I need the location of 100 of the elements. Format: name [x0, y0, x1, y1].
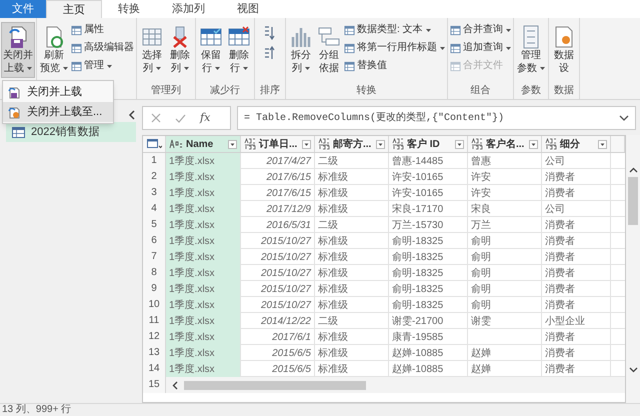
ribbon-tab[interactable]: 转换: [102, 0, 156, 18]
table-cell-text: 谢雯-21700: [392, 314, 444, 328]
chevron-down-icon[interactable]: [619, 115, 629, 121]
filter-dropdown-icon[interactable]: [598, 140, 607, 148]
table-menu-icon[interactable]: [146, 139, 162, 149]
table-cell-text: 二级: [318, 218, 338, 232]
query-item[interactable]: 2022销售数据: [6, 122, 136, 142]
group-label: 转换: [356, 85, 376, 96]
menu-item[interactable]: 关闭并上载至...: [3, 102, 113, 122]
caret-icon: [184, 67, 189, 70]
row-number: 2: [143, 169, 166, 185]
any-type-icon: [392, 138, 404, 150]
menu-item[interactable]: 关闭并上载: [3, 82, 113, 102]
any-type-icon: [318, 138, 330, 150]
split-bars-icon: [289, 25, 313, 49]
table-cell-text: 标准级: [318, 362, 348, 376]
table-cell-text: 公司: [545, 202, 565, 216]
status-text: 13 列、999+ 行: [2, 404, 72, 415]
filter-dropdown-icon[interactable]: [455, 140, 464, 148]
column-header[interactable]: 邮寄方...: [315, 136, 389, 152]
ribbon-menu-button[interactable]: 高级编辑器: [71, 40, 134, 56]
column-header[interactable]: 订单日...: [241, 136, 315, 152]
table-cell-text: 标准级: [318, 186, 348, 200]
table-cell-text: 消费者: [545, 266, 575, 280]
table-cell-text: 2017/4/27: [266, 154, 311, 168]
ribbon-button[interactable]: 拆分 列: [287, 22, 315, 78]
scroll-down-icon[interactable]: [628, 367, 638, 373]
column-header[interactable]: Name: [166, 136, 241, 152]
table-cell-text: 赵婵: [471, 362, 491, 376]
check-icon[interactable]: [175, 114, 186, 122]
scroll-up-icon[interactable]: [628, 167, 638, 173]
row-number: 11: [143, 313, 166, 329]
scroll-left-icon[interactable]: [172, 380, 178, 390]
table-cell-text: 万兰-15730: [392, 218, 444, 232]
filter-dropdown-icon[interactable]: [376, 140, 385, 148]
sort-ascending-icon[interactable]: [264, 26, 276, 40]
row-number: 5: [143, 217, 166, 233]
caret-icon: [440, 46, 445, 50]
table-cell-text: 标准级: [318, 234, 348, 248]
table-cell-text: 俞明-18325: [392, 250, 444, 264]
ribbon-tab[interactable]: 主页: [46, 0, 102, 18]
vertical-scrollbar-thumb[interactable]: [628, 177, 638, 225]
ribbon-tab[interactable]: 文件: [0, 0, 46, 18]
ribbon-button[interactable]: 分组 依据: [315, 22, 343, 78]
ribbon-menu-button[interactable]: 替换值: [344, 58, 445, 74]
column-header[interactable]: 客户 ID: [389, 136, 468, 152]
table-cell-text: 1季度.xlsx: [169, 234, 215, 248]
column-header[interactable]: 客户名...: [468, 136, 542, 152]
ribbon-menu-button[interactable]: 将第一行用作标题: [344, 40, 445, 56]
row-number: 14: [143, 361, 166, 377]
table-cell-text: 1季度.xlsx: [169, 202, 215, 216]
table-cell-text: 1季度.xlsx: [169, 314, 215, 328]
ribbon-button[interactable]: 管理 参数: [515, 22, 547, 78]
ribbon-tab[interactable]: 添加列: [156, 0, 221, 18]
formula-field[interactable]: = Table.RemoveColumns(更改的类型,{"Content"}): [237, 106, 636, 130]
caret-icon: [540, 67, 545, 70]
ribbon-button[interactable]: 关闭并 上载: [1, 22, 35, 78]
ribbon-button[interactable]: 数据 设: [550, 22, 578, 78]
horizontal-scrollbar-thumb[interactable]: [184, 380, 366, 390]
close-load-icon: [7, 85, 21, 99]
table-cell-text: 1季度.xlsx: [169, 250, 215, 264]
table-cell-text: 2017/6/15: [266, 170, 311, 184]
caret-icon: [305, 67, 310, 70]
sort-descending-icon[interactable]: [264, 46, 276, 60]
ribbon-menu-button[interactable]: 数据类型: 文本: [344, 22, 445, 38]
table-cell-text: 2015/6/5: [272, 346, 311, 360]
caret-icon: [506, 28, 511, 32]
filter-dropdown-icon[interactable]: [529, 140, 538, 148]
caret-icon: [27, 67, 32, 70]
table-cell-text: 消费者: [545, 234, 575, 248]
row-number: 6: [143, 233, 166, 249]
filter-dropdown-icon[interactable]: [228, 140, 237, 148]
ribbon-menu-button[interactable]: 合并查询: [450, 22, 511, 38]
ribbon-tab[interactable]: 视图: [221, 0, 275, 18]
table-cell-text: 许安: [471, 186, 491, 200]
caret-icon: [506, 46, 511, 50]
collapse-chevron-icon[interactable]: [128, 110, 135, 120]
ribbon-button[interactable]: 保留 行: [197, 22, 225, 78]
table-cell-text: 2015/10/27: [260, 266, 311, 280]
table-cell-text: 赵婵: [471, 346, 491, 360]
column-header[interactable]: 细分: [542, 136, 611, 152]
ribbon-menu-button[interactable]: 追加查询: [450, 40, 511, 56]
ribbon-menu-button[interactable]: 管理: [71, 58, 134, 74]
table-cell-text: 公司: [545, 154, 565, 168]
table-cell-text: 1季度.xlsx: [169, 218, 215, 232]
ribbon-button[interactable]: 选择 列: [138, 22, 166, 78]
filter-dropdown-icon[interactable]: [302, 140, 311, 148]
table-cell-text: 小型企业: [545, 314, 585, 328]
table-cell-text: 俞明-18325: [392, 298, 444, 312]
ribbon-button[interactable]: 删除 行: [225, 22, 253, 78]
table-cell-text: 俞明-18325: [392, 266, 444, 280]
group-label: 组合: [470, 85, 490, 96]
table-cell-text: 2016/5/31: [266, 218, 311, 232]
any-type-icon: [471, 138, 483, 150]
ribbon-menu-button[interactable]: 属性: [71, 22, 134, 38]
group-label: 参数: [521, 85, 541, 96]
table-cell-text: 消费者: [545, 186, 575, 200]
ribbon-button[interactable]: 刷新 预览: [38, 22, 70, 78]
ribbon-button[interactable]: 删除 列: [166, 22, 194, 78]
table-cell-text: 消费者: [545, 298, 575, 312]
